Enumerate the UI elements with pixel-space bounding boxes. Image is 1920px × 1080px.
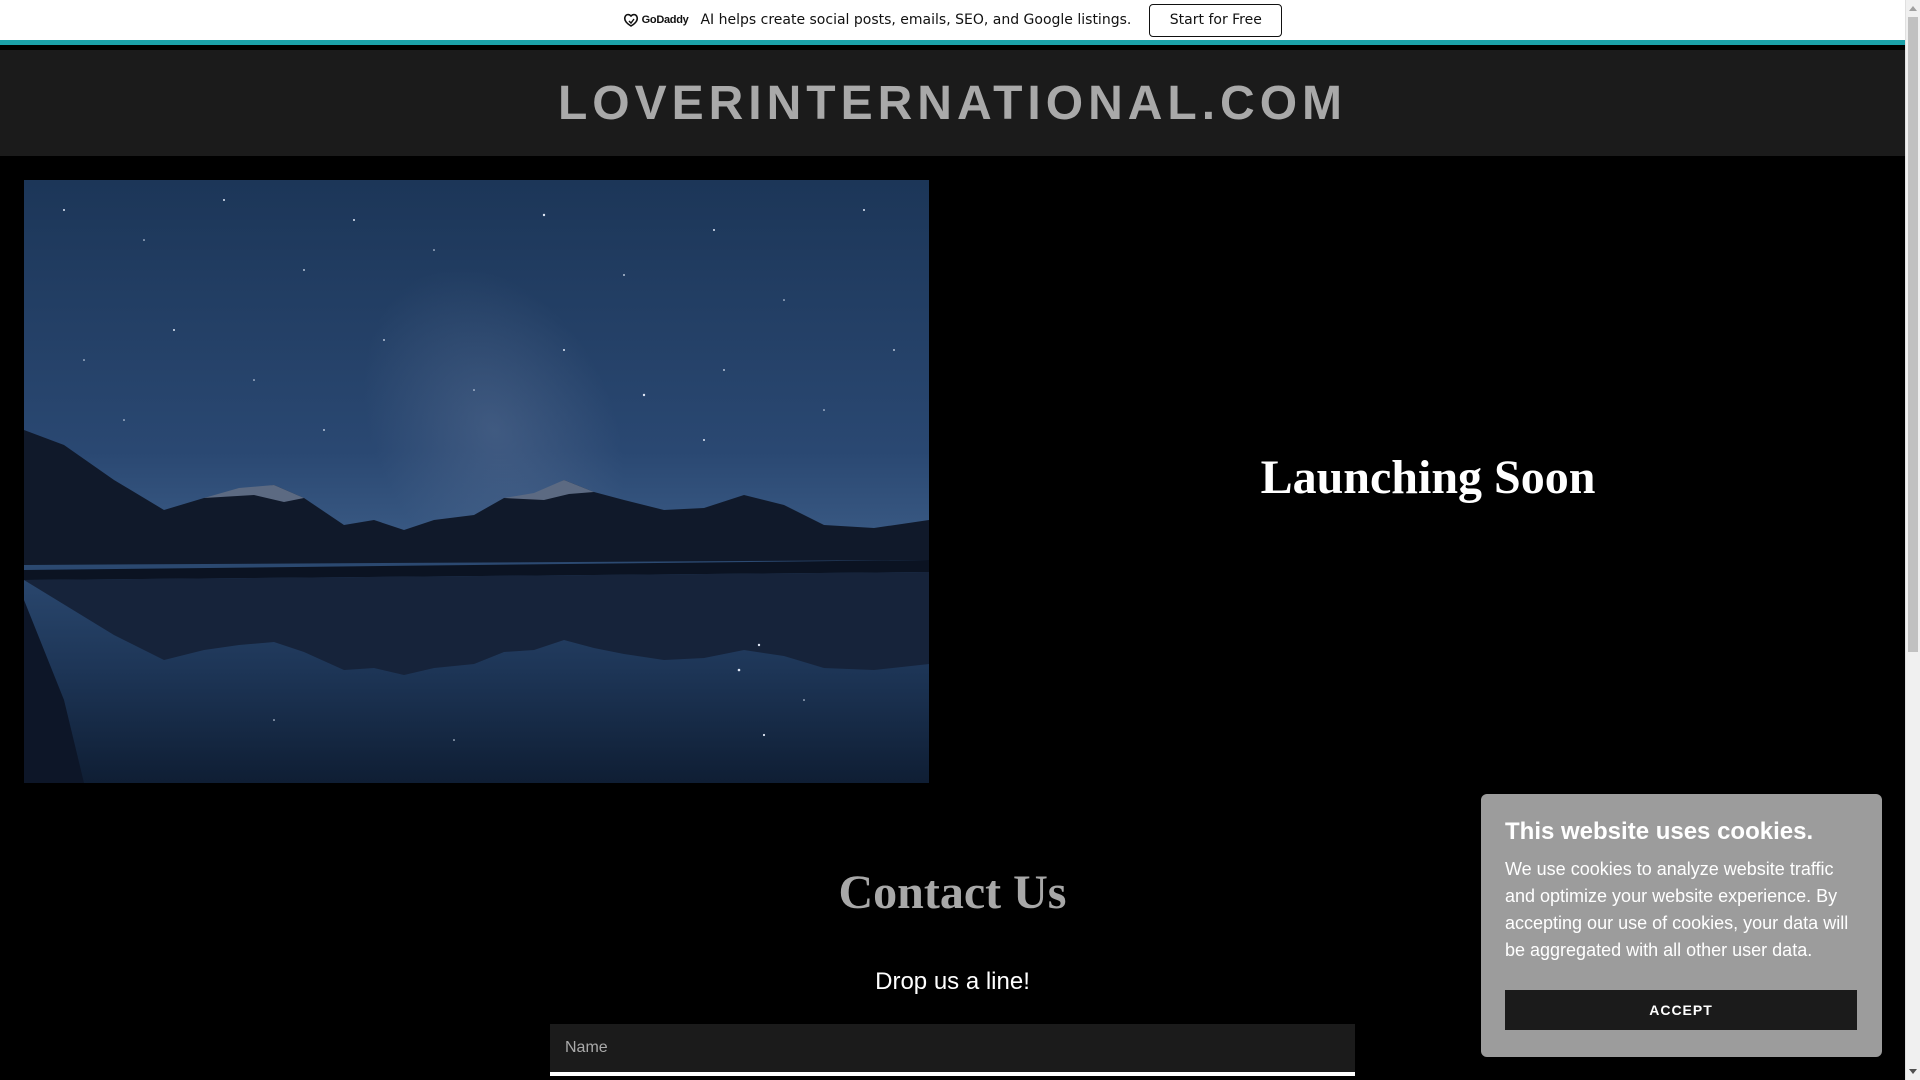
start-for-free-button[interactable]: Start for Free xyxy=(1149,3,1283,37)
cookie-banner: This website uses cookies. We use cookie… xyxy=(1481,794,1882,1057)
godaddy-logo[interactable]: GoDaddy xyxy=(623,13,689,27)
site-title[interactable]: LOVERINTERNATIONAL.COM xyxy=(558,76,1347,131)
starry-lake-image xyxy=(24,180,929,783)
scroll-down-arrow-icon[interactable] xyxy=(1909,1069,1917,1074)
contact-subheading: Drop us a line! xyxy=(875,968,1030,995)
contact-us-heading: Contact Us xyxy=(838,866,1067,919)
godaddy-logo-text: GoDaddy xyxy=(641,14,689,26)
cookie-banner-title: This website uses cookies. xyxy=(1505,818,1814,845)
godaddy-logo-icon xyxy=(623,13,638,27)
site-header: LOVERINTERNATIONAL.COM xyxy=(0,50,1905,156)
accept-cookies-button[interactable]: ACCEPT xyxy=(1505,990,1857,1030)
scroll-up-arrow-icon[interactable] xyxy=(1909,6,1917,11)
vertical-scrollbar[interactable] xyxy=(1905,0,1920,1080)
hero-image xyxy=(24,180,929,783)
promo-message: AI helps create social posts, emails, SE… xyxy=(700,12,1132,28)
page: GoDaddy AI helps create social posts, em… xyxy=(0,0,1920,1080)
name-field[interactable] xyxy=(550,1024,1355,1076)
launching-soon-heading: Launching Soon xyxy=(1260,451,1596,504)
cookie-banner-body: We use cookies to analyze website traffi… xyxy=(1505,859,1849,960)
scroll-thumb[interactable] xyxy=(1908,17,1918,652)
promo-bar: GoDaddy AI helps create social posts, em… xyxy=(0,0,1905,45)
